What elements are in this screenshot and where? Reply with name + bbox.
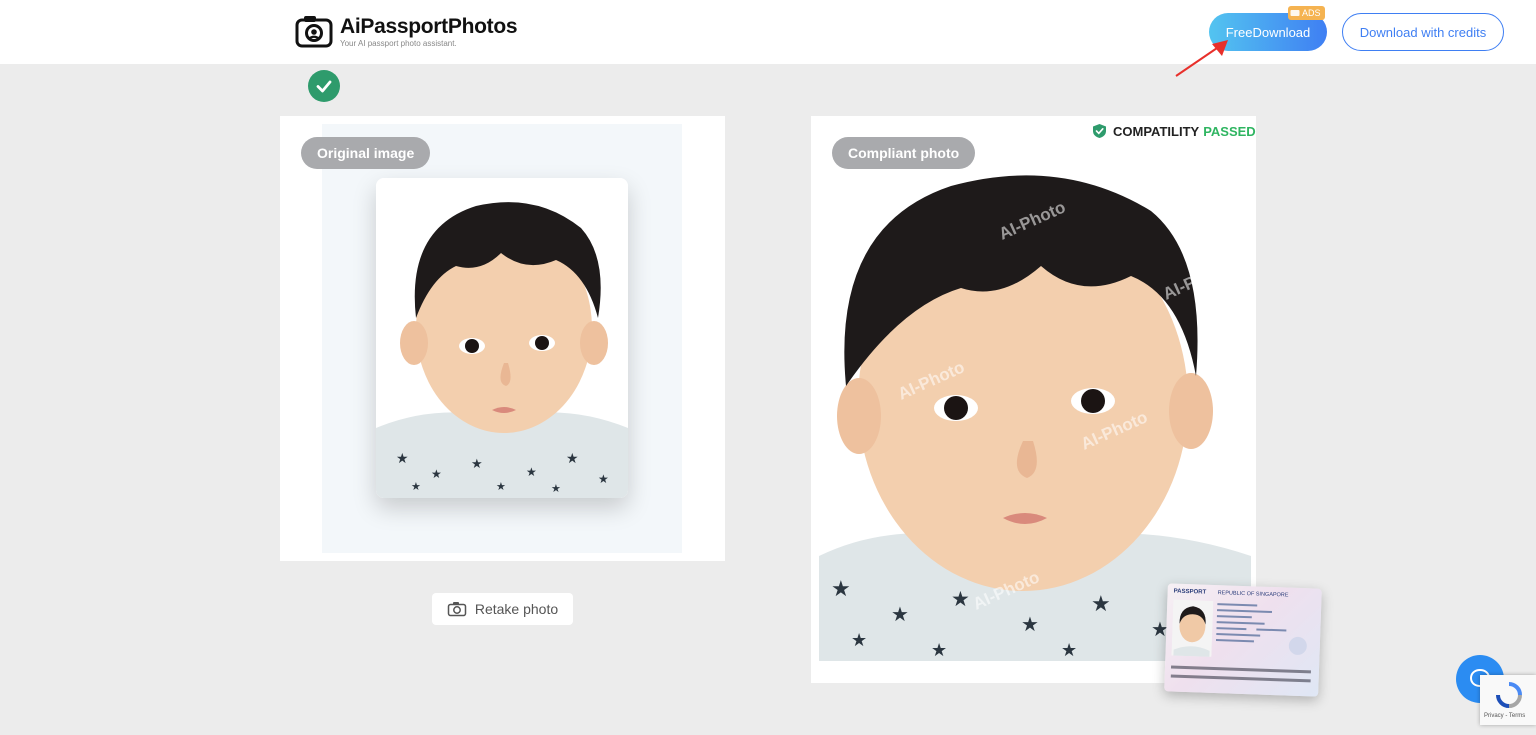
passport-mrz-lines [1170, 665, 1311, 683]
passport-preview: PASSPORT REPUBLIC OF SINGAPORE [1164, 583, 1322, 697]
camera-logo-icon [295, 16, 333, 48]
svg-text:★: ★ [496, 481, 506, 493]
compliant-photo-tag: Compliant photo [832, 137, 976, 169]
svg-text:★: ★ [891, 604, 909, 626]
svg-text:★: ★ [951, 588, 970, 611]
svg-text:★: ★ [551, 483, 561, 495]
passport-title: PASSPORT [1173, 588, 1207, 596]
svg-text:★: ★ [411, 481, 421, 493]
svg-text:★: ★ [1021, 614, 1039, 636]
retake-photo-label: Retake photo [474, 601, 559, 617]
original-image-card: ★ ★ ★ ★ ★ ★ ★ ★ ★ Original image [280, 116, 725, 561]
svg-text:★: ★ [566, 450, 579, 466]
svg-text:★: ★ [526, 465, 537, 479]
shield-check-icon [1093, 124, 1106, 138]
compatibility-status: COMPATILITY PASSED [1092, 123, 1256, 139]
svg-text:★: ★ [931, 640, 947, 660]
compatibility-passed: PASSED [1203, 123, 1256, 139]
baby-photo-image: ★ ★ ★ ★ ★ ★ ★ ★ ★ [376, 178, 628, 498]
ads-badge: ADS [1288, 6, 1325, 20]
brand-logo[interactable]: AiPassportPhotos Your AI passport photo … [295, 14, 518, 48]
recaptcha-badge[interactable]: Privacy - Terms [1480, 675, 1536, 725]
passport-photo-thumb [1171, 599, 1214, 657]
svg-text:★: ★ [851, 630, 867, 650]
cart-icon [1290, 10, 1300, 16]
passport-text-lines [1215, 603, 1307, 655]
recaptcha-icon [1496, 682, 1522, 708]
svg-text:★: ★ [598, 472, 609, 486]
original-image-tag: Original image [301, 137, 431, 169]
svg-text:★: ★ [431, 467, 442, 481]
original-photo: ★ ★ ★ ★ ★ ★ ★ ★ ★ [376, 178, 628, 498]
brand-tagline: Your AI passport photo assistant. [340, 38, 457, 48]
check-icon [308, 70, 340, 102]
svg-text:★: ★ [831, 576, 851, 601]
passport-country: REPUBLIC OF SINGAPORE [1217, 590, 1289, 599]
svg-text:★: ★ [396, 450, 409, 466]
svg-text:★: ★ [1091, 591, 1111, 616]
pointer-arrow-icon [1175, 40, 1228, 77]
svg-text:★: ★ [471, 456, 483, 471]
camera-retake-icon [447, 602, 467, 617]
top-header: AiPassportPhotos Your AI passport photo … [0, 0, 1536, 64]
retake-photo-button[interactable]: Retake photo [432, 593, 573, 625]
ads-badge-label: ADS [1302, 8, 1321, 18]
brand-name: AiPassportPhotos [340, 14, 518, 38]
compatibility-label: COMPATILITY [1113, 123, 1200, 139]
svg-text:★: ★ [1061, 640, 1077, 660]
download-with-credits-button[interactable]: Download with credits [1342, 13, 1504, 51]
recaptcha-links[interactable]: Privacy - Terms [1484, 713, 1525, 719]
